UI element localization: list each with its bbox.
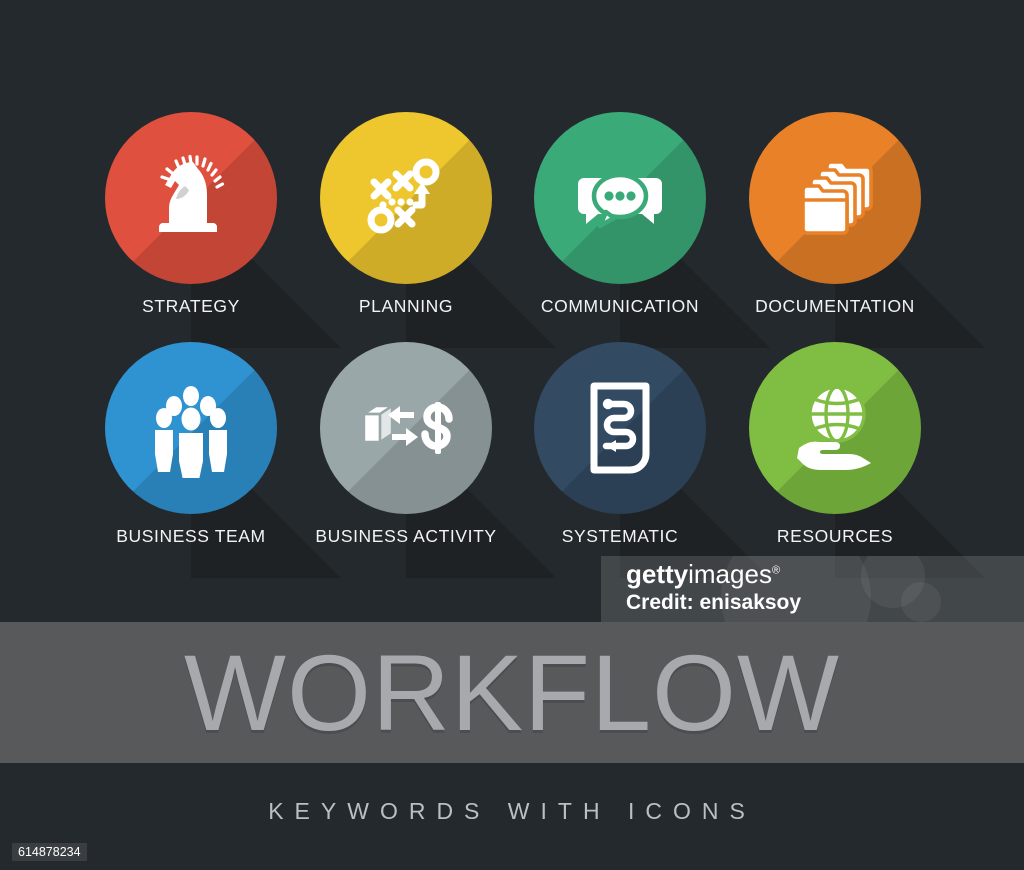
subtitle: KEYWORDS WITH ICONS (268, 798, 756, 824)
icon-label: STRATEGY (142, 296, 240, 316)
box-exchange-dollar-icon (320, 342, 492, 514)
icon-label: RESOURCES (776, 526, 894, 546)
icon-disc-systematic[interactable] (534, 342, 706, 514)
getty-logo-bold: getty (626, 559, 689, 589)
icon-cell-communication[interactable]: COMMUNICATION (512, 112, 728, 342)
icon-label: BUSINESS ACTIVITY (315, 526, 497, 546)
icon-cell-documentation[interactable]: DOCUMENTATION (727, 112, 943, 342)
bokeh-circle (901, 582, 941, 622)
credit-line: Credit: enisaksoy (626, 591, 802, 614)
icon-disc-business-team[interactable] (105, 342, 277, 514)
registered-mark-icon: ® (771, 564, 781, 577)
icon-label: PLANNING (358, 296, 454, 316)
icon-label: DOCUMENTATION (755, 296, 915, 316)
icon-disc-communication[interactable] (534, 112, 706, 284)
process-flow-document-icon (534, 342, 706, 514)
icon-label: BUSINESS TEAM (116, 526, 266, 546)
chess-knight-icon (105, 112, 277, 284)
folder-stack-icon (749, 112, 921, 284)
title-band: WORKFLOW (0, 622, 1024, 763)
icon-cell-planning[interactable]: PLANNING (298, 112, 514, 342)
tactics-board-icon (320, 112, 492, 284)
getty-watermark: gettyimages® Credit: enisaksoy (601, 556, 1024, 622)
asset-id-label: 614878234 (12, 843, 87, 861)
getty-logo-light: images (688, 559, 772, 589)
getty-logo: gettyimages® (626, 559, 780, 590)
poster-canvas: STRATEGY PLANNING COMMUNICATION DOCUMENT… (0, 0, 1024, 870)
page-title: WORKFLOW (184, 632, 840, 753)
icon-disc-resources[interactable] (749, 342, 921, 514)
globe-in-hand-icon (749, 342, 921, 514)
icon-disc-documentation[interactable] (749, 112, 921, 284)
icon-disc-business-activity[interactable] (320, 342, 492, 514)
people-group-icon (105, 342, 277, 514)
speech-bubbles-icon (534, 112, 706, 284)
icon-disc-planning[interactable] (320, 112, 492, 284)
icon-cell-business-activity[interactable]: BUSINESS ACTIVITY (298, 342, 514, 572)
icon-label: SYSTEMATIC (561, 526, 679, 546)
icon-cell-strategy[interactable]: STRATEGY (83, 112, 299, 342)
icon-cell-resources[interactable]: RESOURCES (727, 342, 943, 572)
icon-disc-strategy[interactable] (105, 112, 277, 284)
icon-label: COMMUNICATION (540, 296, 700, 316)
icon-grid: STRATEGY PLANNING COMMUNICATION DOCUMENT… (0, 0, 1024, 600)
icon-cell-business-team[interactable]: BUSINESS TEAM (83, 342, 299, 572)
icon-cell-systematic[interactable]: SYSTEMATIC (512, 342, 728, 572)
